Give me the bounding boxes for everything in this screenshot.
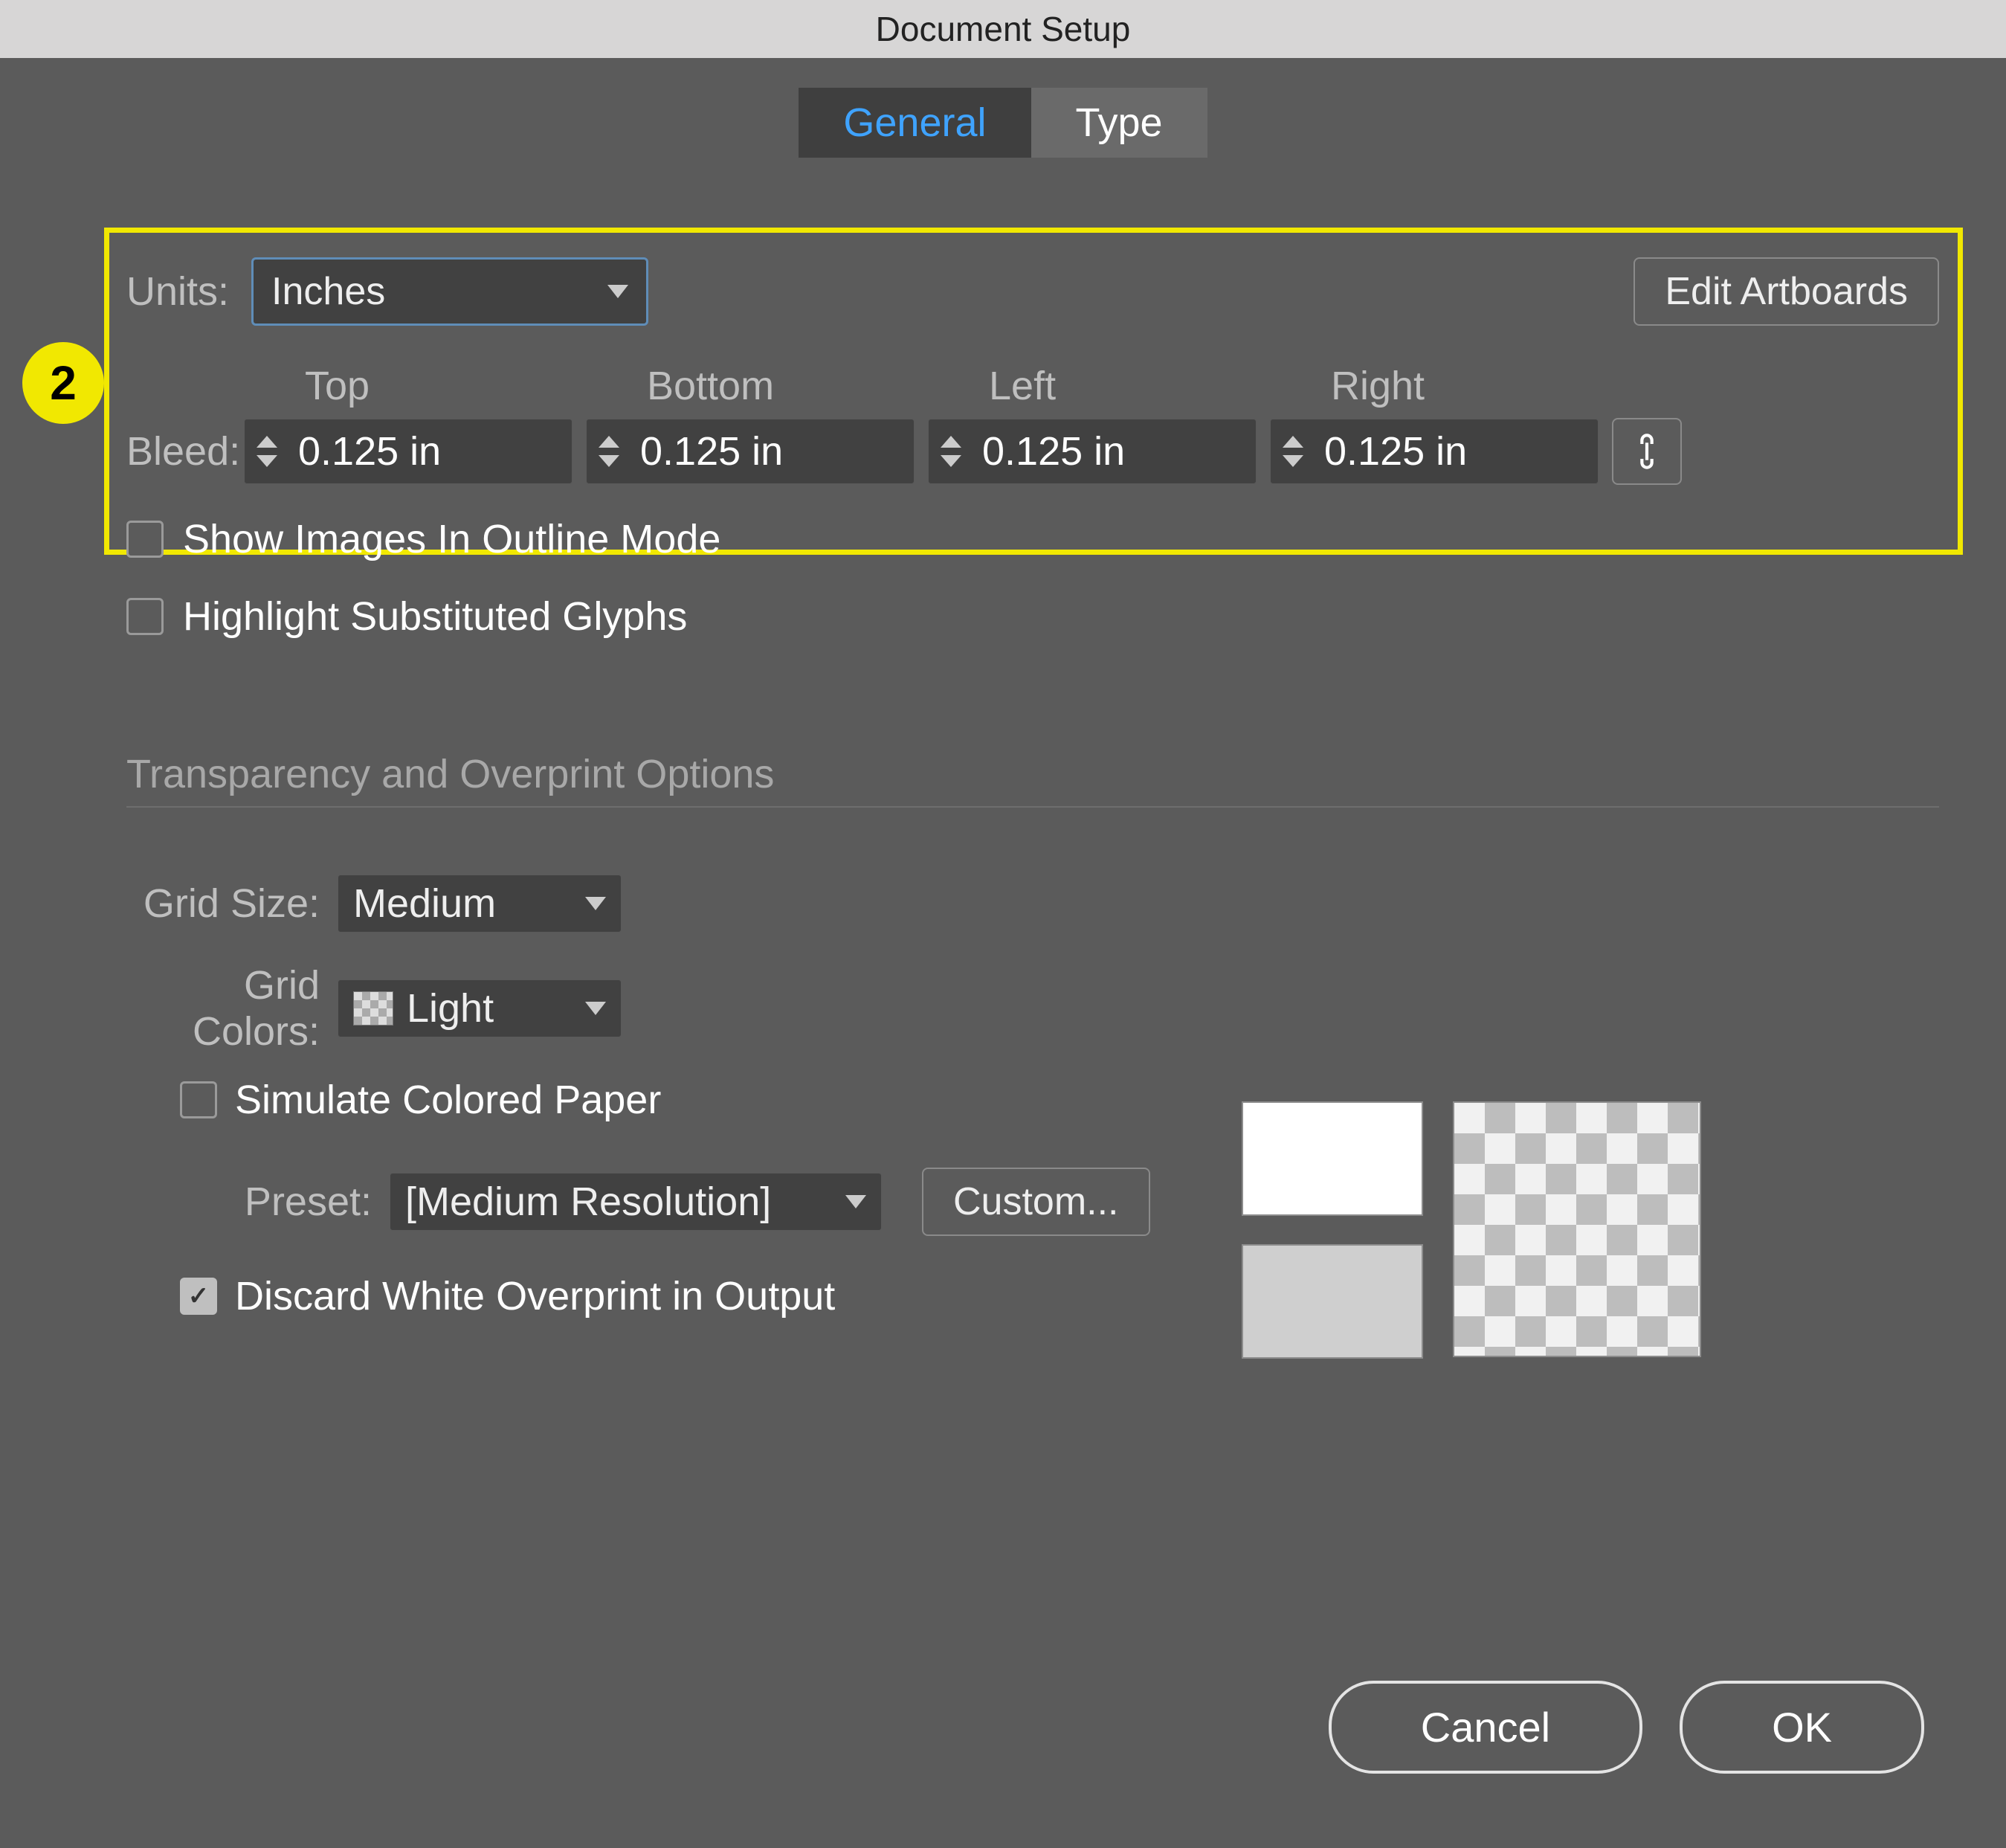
chevron-up-icon[interactable] xyxy=(941,436,961,448)
section-divider xyxy=(126,806,1939,808)
grid-colors-label: Grid Colors: xyxy=(126,962,320,1055)
link-icon xyxy=(1632,430,1662,473)
bleed-header-top: Top xyxy=(305,363,625,409)
show-images-outline-checkbox[interactable] xyxy=(126,521,164,558)
swatch-grey[interactable] xyxy=(1242,1244,1423,1359)
edit-artboards-button[interactable]: Edit Artboards xyxy=(1633,257,1939,326)
units-dropdown[interactable]: Inches xyxy=(251,257,648,326)
bleed-bottom-stepper[interactable]: 0.125 in xyxy=(586,419,915,484)
ok-button[interactable]: OK xyxy=(1680,1681,1924,1774)
document-setup-dialog: Document Setup General Type 2 Units: Inc… xyxy=(0,0,2006,1848)
chevron-down-icon xyxy=(845,1195,866,1208)
chevron-down-icon[interactable] xyxy=(257,455,277,467)
highlight-glyphs-label: Highlight Substituted Glyphs xyxy=(183,593,687,640)
units-label: Units: xyxy=(126,268,229,315)
dialog-footer: Cancel OK xyxy=(1329,1681,1924,1774)
chevron-down-icon xyxy=(607,285,628,298)
discard-white-overprint-checkbox[interactable]: ✓ xyxy=(180,1278,217,1315)
tab-general[interactable]: General xyxy=(799,88,1031,158)
chevron-down-icon[interactable] xyxy=(1283,455,1303,467)
grid-size-value: Medium xyxy=(353,880,496,927)
chevron-up-icon[interactable] xyxy=(599,436,619,448)
show-images-outline-label: Show Images In Outline Mode xyxy=(183,516,720,562)
preset-value: [Medium Resolution] xyxy=(405,1179,771,1225)
bleed-left-stepper[interactable]: 0.125 in xyxy=(928,419,1257,484)
annotation-step-badge: 2 xyxy=(22,342,104,424)
chevron-up-icon[interactable] xyxy=(1283,436,1303,448)
swatch-white[interactable] xyxy=(1242,1101,1423,1216)
bleed-right-stepper[interactable]: 0.125 in xyxy=(1270,419,1599,484)
chevron-down-icon xyxy=(585,897,606,910)
preset-label: Preset: xyxy=(126,1179,372,1225)
bleed-label: Bleed: xyxy=(126,428,230,474)
chevron-down-icon[interactable] xyxy=(599,455,619,467)
grid-colors-value: Light xyxy=(407,985,494,1031)
bleed-top-value[interactable]: 0.125 in xyxy=(289,428,572,474)
bleed-left-value[interactable]: 0.125 in xyxy=(973,428,1256,474)
bleed-header-right: Right xyxy=(1331,363,1651,409)
bleed-header-bottom: Bottom xyxy=(647,363,967,409)
bleed-bottom-value[interactable]: 0.125 in xyxy=(631,428,914,474)
checker-swatch-icon xyxy=(353,991,393,1026)
highlight-glyphs-checkbox[interactable] xyxy=(126,598,164,635)
units-value: Inches xyxy=(271,269,385,314)
tab-type[interactable]: Type xyxy=(1031,88,1207,158)
cancel-button[interactable]: Cancel xyxy=(1329,1681,1642,1774)
preset-dropdown[interactable]: [Medium Resolution] xyxy=(390,1173,882,1231)
chevron-up-icon[interactable] xyxy=(257,436,277,448)
bleed-top-stepper[interactable]: 0.125 in xyxy=(244,419,573,484)
discard-white-overprint-label: Discard White Overprint in Output xyxy=(235,1273,835,1319)
general-panel: Units: Inches Edit Artboards Top Bottom … xyxy=(104,228,1961,1408)
grid-colors-dropdown[interactable]: Light xyxy=(338,979,622,1037)
bleed-header-left: Left xyxy=(989,363,1309,409)
custom-preset-button[interactable]: Custom... xyxy=(922,1168,1150,1236)
simulate-colored-paper-checkbox[interactable] xyxy=(180,1081,217,1118)
grid-size-label: Grid Size: xyxy=(126,880,320,927)
grid-size-dropdown[interactable]: Medium xyxy=(338,875,622,933)
chevron-down-icon xyxy=(585,1002,606,1015)
tab-bar: General Type xyxy=(0,88,2006,158)
dialog-title: Document Setup xyxy=(876,9,1131,49)
bleed-right-value[interactable]: 0.125 in xyxy=(1315,428,1598,474)
dialog-titlebar: Document Setup xyxy=(0,0,2006,58)
simulate-colored-paper-label: Simulate Colored Paper xyxy=(235,1077,661,1123)
chevron-down-icon[interactable] xyxy=(941,455,961,467)
link-bleed-button[interactable] xyxy=(1612,418,1682,485)
transparency-preview xyxy=(1453,1101,1701,1357)
transparency-section-title: Transparency and Overprint Options xyxy=(126,751,1939,797)
